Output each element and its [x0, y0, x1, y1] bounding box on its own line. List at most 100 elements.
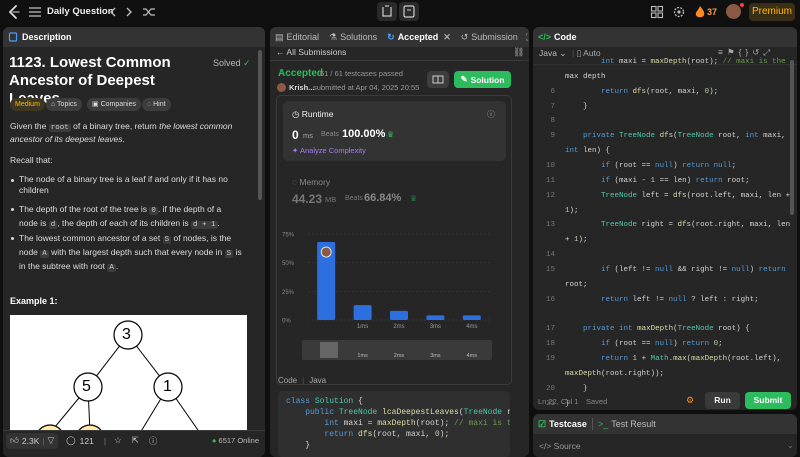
line-number: 12 [545, 191, 555, 200]
info-icon[interactable]: ⓘ [487, 109, 495, 120]
testcase-panel: ☑ Testcase >_ Test Result </> Source ⌄ [533, 414, 797, 457]
tab-code[interactable]: </> Code [533, 27, 582, 47]
topics-chip[interactable]: ⌂ Topics [46, 98, 82, 111]
tree-right-label: 1 [163, 378, 172, 395]
shuffle-icon[interactable] [142, 5, 158, 21]
code-line: TreeNode left = dfs(root.left, maxi, len… [601, 191, 791, 200]
analyze-complexity-link[interactable]: ✦ Analyze Complexity [292, 146, 366, 155]
format-icon: ≡ [718, 47, 727, 57]
code-brackets-icon: </> [538, 32, 552, 42]
tab-editorial[interactable]: ▤ Editorial [270, 27, 324, 47]
beats-label: Beats [321, 131, 339, 138]
debug-icon[interactable]: ⚙︎ [686, 395, 694, 406]
leetcode-logo-icon[interactable] [6, 4, 22, 20]
submit-button[interactable]: Submit [745, 392, 791, 409]
memory-title[interactable]: ◌ Memory [292, 177, 330, 187]
tab-description[interactable]: Description [3, 27, 77, 47]
tab-solutions[interactable]: ⚗︎ Solutions [324, 27, 382, 47]
timer-button[interactable] [377, 2, 397, 21]
editor-actions[interactable]: ≡⚑{}↺⤢ [718, 47, 774, 58]
star-icon[interactable]: ☆ [114, 435, 122, 446]
source-toggle[interactable]: </> Source [539, 441, 581, 451]
editorial-book-button[interactable] [427, 71, 449, 88]
sparkle-icon: ✦ [292, 146, 300, 155]
solved-status: Solved ✓ [213, 58, 251, 69]
runtime-title: ◷ Runtime [292, 109, 334, 119]
code-line: private TreeNode dfs(TreeNode root, int … [583, 132, 786, 141]
layout-icon[interactable] [650, 5, 666, 21]
line-number: 8 [550, 117, 555, 126]
code-line: return dfs(root, maxi, 0); [601, 87, 719, 96]
notification-dot [740, 3, 744, 7]
language-select[interactable]: Java ⌄ [539, 48, 566, 59]
x-tick-label: 3ms [430, 324, 441, 330]
chevron-left-icon[interactable] [108, 6, 124, 22]
code-line: int len) { [565, 147, 611, 156]
notes-button[interactable] [399, 2, 419, 21]
chevron-right-icon[interactable] [124, 6, 140, 22]
bullet-lca: The lowest common ancestor of a set S of… [19, 233, 242, 272]
chevron-down-icon[interactable]: ⌄ [787, 441, 794, 450]
tab-testcase[interactable]: ☑ Testcase [533, 414, 592, 434]
tree-left-label: 5 [82, 378, 91, 395]
code-line: if (left != null && right != null) retur… [601, 265, 786, 274]
like-count: 2.3K [21, 435, 40, 446]
line-number: 14 [545, 251, 555, 260]
tab-test-result[interactable]: >_ Test Result [593, 414, 661, 434]
code-line: int maxi = maxDepth(root); // maxi is th… [324, 419, 510, 428]
close-icon: ✕ [443, 31, 451, 42]
list-icon[interactable] [28, 5, 44, 21]
hint-chip[interactable]: ◌ Hint [142, 98, 171, 111]
runtime-value: 0 [292, 128, 299, 142]
premium-button[interactable]: Premium [749, 3, 795, 21]
companies-chip[interactable]: ▣ Companies [87, 98, 141, 111]
chart-bar [390, 310, 408, 320]
tree-root-label: 3 [122, 326, 131, 343]
chart-bar [426, 315, 445, 320]
submitted-time: submitted at Apr 04, 2025 20:55 [313, 83, 420, 92]
runtime-card[interactable]: ◷ Runtime ⓘ 0 ms Beats 100.00% ♛ ✦ Analy… [283, 101, 506, 161]
code-line: } [565, 102, 588, 111]
code-section-label: Code | Java [278, 376, 327, 385]
run-button[interactable]: Run [705, 392, 740, 409]
help-icon[interactable]: ⓘ [149, 435, 158, 447]
line-number: 18 [545, 340, 555, 349]
memory-value: 44.23 [292, 192, 323, 206]
solved-label: Solved [213, 58, 241, 68]
maximize-icon[interactable]: ⛶ [523, 27, 529, 47]
code-editor-panel: </> Code [533, 27, 797, 410]
thumbs-down-icon[interactable]: ▽ [48, 435, 55, 446]
like-button[interactable]: 👍︎ 2.3K | ▽ [6, 432, 59, 449]
online-count: ● 6517 Online [211, 436, 259, 445]
recall-text: Recall that: [10, 155, 53, 165]
share-icon[interactable]: ⇱ [132, 435, 139, 446]
daily-question-label[interactable]: Daily Question [47, 6, 114, 17]
description-scrollbar[interactable] [258, 50, 262, 200]
tab-submission[interactable]: ↺ Submission [456, 27, 523, 47]
comment-icon[interactable]: ◯ [66, 435, 76, 446]
avatar[interactable] [726, 4, 741, 19]
x-tick-label: 2ms [393, 324, 404, 330]
example-heading: Example 1: [10, 296, 58, 306]
reset-icon: ↺ [752, 47, 764, 57]
code-line: max depth [565, 72, 606, 81]
code-line: return dfs(root, maxi, 0); [324, 430, 450, 439]
line-number: 15 [545, 265, 555, 274]
bullet-dot [11, 179, 14, 182]
testcase-tabs: ☑ Testcase >_ Test Result [533, 414, 797, 434]
gear-icon[interactable] [672, 5, 688, 21]
difficulty-badge[interactable]: Medium [10, 98, 45, 111]
link-icon[interactable]: ⛓︎ [513, 47, 524, 58]
code-line: TreeNode right = dfs(root.right, maxi, l… [601, 221, 791, 230]
saved-status: Saved [586, 397, 608, 406]
back-to-submissions[interactable]: ← All Submissions [276, 47, 346, 57]
editor-scrollbar[interactable] [790, 60, 794, 215]
runtime-distribution-chart[interactable]: 0% 25% 50% 75% 1ms 2ms 3ms 4ms 1ms 2ms 3ms 4ms [280, 220, 510, 365]
line-number: 17 [545, 325, 555, 334]
trophy-icon: ♛ [410, 194, 418, 203]
bullet-dot [11, 237, 14, 240]
submitted-code: class Solution { public TreeNode lcaDeep… [278, 391, 510, 457]
user-name[interactable]: Krish... [289, 83, 314, 92]
tab-accepted[interactable]: ↻ Accepted ✕ [382, 27, 456, 47]
solution-button[interactable]: ✎ Solution [454, 71, 511, 88]
